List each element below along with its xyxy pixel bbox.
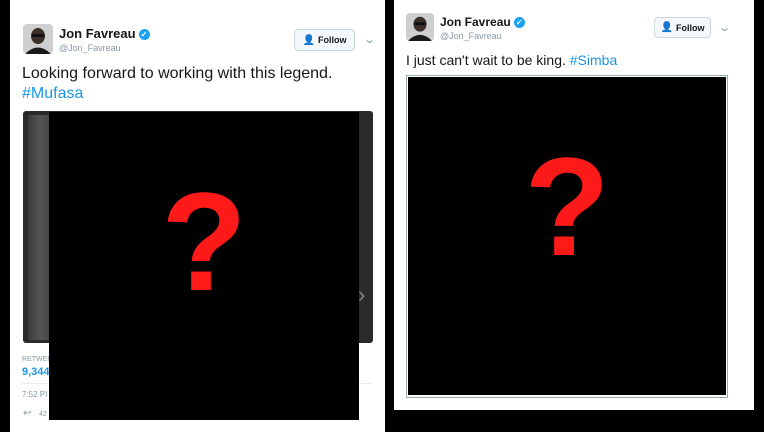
- mystery-cover-left: ?: [49, 112, 359, 420]
- add-person-icon: 👤: [302, 34, 315, 46]
- timestamp[interactable]: 7:52 PI: [22, 390, 47, 399]
- tweet-body: I just can't wait to be king.: [406, 52, 566, 68]
- retweet-count[interactable]: 9,344: [22, 366, 50, 378]
- verified-badge-icon: ✓: [513, 17, 525, 28]
- author-name[interactable]: Jon Favreau ✓: [59, 26, 150, 41]
- mystery-cover-right: ?: [408, 77, 726, 395]
- author-handle[interactable]: @Jon_Favreau: [440, 31, 502, 41]
- follow-button[interactable]: 👤 Follow: [294, 29, 355, 51]
- verified-badge-icon: ✓: [138, 29, 150, 40]
- question-mark-icon: ?: [161, 163, 247, 320]
- reply-count: 42: [39, 411, 47, 418]
- chevron-down-icon[interactable]: ⌄: [363, 33, 376, 46]
- retweets-label: RETWEE: [22, 356, 52, 363]
- media-next-arrow-icon[interactable]: ›: [358, 282, 365, 308]
- avatar[interactable]: [23, 24, 53, 54]
- follow-label: Follow: [317, 35, 347, 45]
- hashtag-link[interactable]: #Mufasa: [22, 84, 372, 104]
- tweet-text: Looking forward to working with this leg…: [22, 64, 372, 104]
- follow-button[interactable]: 👤 Follow: [654, 17, 711, 38]
- avatar[interactable]: [406, 13, 434, 41]
- tweet-body: Looking forward to working with this leg…: [22, 65, 333, 82]
- tweet-text: I just can't wait to be king. #Simba: [406, 50, 746, 70]
- add-person-icon: 👤: [660, 22, 673, 33]
- reply-icon[interactable]: ↩: [23, 408, 31, 419]
- hashtag-link[interactable]: #Simba: [570, 52, 617, 68]
- author-name[interactable]: Jon Favreau ✓: [440, 15, 525, 29]
- question-mark-icon: ?: [524, 128, 610, 285]
- chevron-down-icon[interactable]: ⌄: [718, 21, 731, 34]
- follow-label: Follow: [675, 22, 705, 33]
- author-handle[interactable]: @Jon_Favreau: [59, 43, 121, 53]
